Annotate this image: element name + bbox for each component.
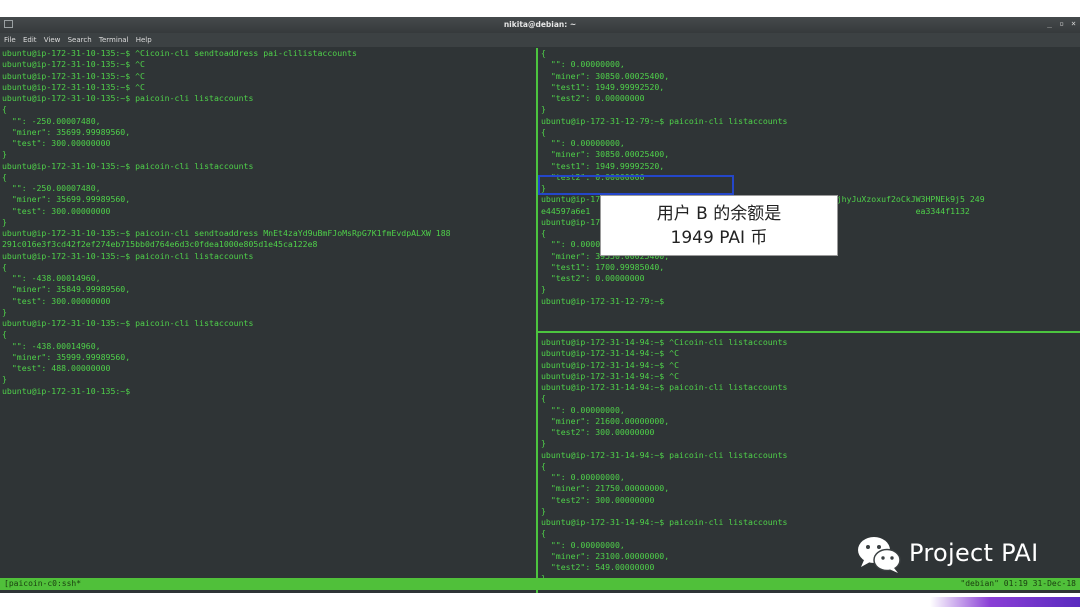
terminal-line: } xyxy=(2,216,7,227)
tmux-status-bar: [paicoin-c0:ssh* "debian" 01:19 31-Dec-1… xyxy=(0,578,1080,590)
menu-view[interactable]: View xyxy=(44,33,61,47)
terminal-line: "test": 488.00000000 xyxy=(2,363,111,373)
terminal-line: "": 0.00000000, xyxy=(541,472,625,482)
menu-edit[interactable]: Edit xyxy=(23,33,37,47)
terminal-window: nikita@debian: ~ _ ▫ × File Edit View Se… xyxy=(0,17,1080,593)
terminal-line: ubuntu@ip-172-31-14-94:~$ paicoin-cli li… xyxy=(541,449,788,460)
terminal-line: { xyxy=(541,126,546,137)
terminal-line: ubuntu@ip-172-31-10-135:~$ paicoin-cli l… xyxy=(2,250,254,261)
menu-file[interactable]: File xyxy=(4,33,16,47)
menu-help[interactable]: Help xyxy=(136,33,152,47)
project-pai-watermark: Project PAI xyxy=(855,533,1075,577)
terminal-line: "test2": 0.00000000 xyxy=(541,93,645,103)
terminal-line: { xyxy=(2,171,7,182)
terminal-line: "": 0.00000000, xyxy=(541,404,625,415)
terminal-line: { xyxy=(2,261,7,272)
terminal-line: } xyxy=(541,438,546,449)
wechat-icon xyxy=(858,537,901,573)
terminal-line: ubuntu@ip-172-31-10-135:~$ paicoin-cli s… xyxy=(2,228,451,238)
terminal-line: ubuntu@ip-172-31-10-135:~$ ^C xyxy=(2,59,145,70)
terminal-line: ubuntu@ip-172-31-10-135:~$ paicoin-cli l… xyxy=(2,318,254,328)
terminal-line: ubuntu@ip-172-31-10-135:~$ ^Cicoin-cli s… xyxy=(2,48,357,58)
callout-line-2: 1949 PAI 币 xyxy=(670,228,768,248)
terminal-line: ubuntu@ip-172-31-10-135:~$ ^C xyxy=(2,70,145,81)
maximize-button[interactable]: ▫ xyxy=(1059,19,1064,28)
menu-terminal[interactable]: Terminal xyxy=(99,33,129,47)
terminal-line: ubuntu@ip-172-31-10-135:~$ paicoin-cli l… xyxy=(2,160,254,171)
terminal-line: ubuntu@ip-172-31-14-94:~$ ^Cicoin-cli li… xyxy=(541,337,788,347)
terminal-line: "miner": 35699.99989560, xyxy=(2,126,131,137)
terminal-line: "": 0.00000000, xyxy=(541,138,625,148)
terminal-line: "miner": 35999.99989560, xyxy=(2,351,131,362)
terminal-line: "test1": 1949.99992520, xyxy=(541,160,665,171)
status-session: [paicoin-c0:ssh* xyxy=(4,579,82,588)
terminal-line: } xyxy=(2,149,7,160)
terminal-line: "test1": 1700.99985040, xyxy=(541,261,665,272)
terminal-line: 291c016e3f3cd42f2ef274eb715bb0d764e6d3c0… xyxy=(2,239,318,250)
balance-callout: 用户 B 的余额是 1949 PAI 币 xyxy=(600,195,838,256)
terminal-line: "test2": 0.00000000 xyxy=(541,273,645,283)
minimize-button[interactable]: _ xyxy=(1047,19,1052,28)
close-button[interactable]: × xyxy=(1071,19,1076,28)
terminal-line: } xyxy=(2,374,7,385)
terminal-line: ubuntu@ip-172-31-14-94:~$ paicoin-cli li… xyxy=(541,517,788,527)
menu-search[interactable]: Search xyxy=(68,33,92,47)
terminal-line: ubuntu@ip-172-31-12-79:~$ xyxy=(541,295,665,306)
callout-line-1: 用户 B 的余额是 xyxy=(656,204,782,224)
terminal-line: { xyxy=(541,393,546,404)
terminal-line: ubuntu@ip-172-31-10-135:~$ ^C xyxy=(2,81,145,92)
terminal-line: } xyxy=(2,306,7,317)
slide-accent-bar xyxy=(930,597,1080,607)
terminal-line: "miner": 21750.00000000, xyxy=(541,483,670,494)
terminal-line: "": 0.00000000, xyxy=(541,59,625,70)
terminal-line: "": -438.00014960, xyxy=(2,340,101,351)
terminal-line: { xyxy=(2,104,7,115)
terminal-line: ubuntu@ip-172-31-14-94:~$ ^C xyxy=(541,370,680,381)
terminal-line: "test2": 300.00000000 xyxy=(541,427,655,437)
terminal-line: "test1": 1949.99992520, xyxy=(541,81,665,92)
terminal-line: "miner": 30850.00025400, xyxy=(541,149,670,160)
terminal-line: } xyxy=(541,104,546,115)
terminal-line: ubuntu@ip-172-31-14-94:~$ paicoin-cli li… xyxy=(541,382,788,392)
terminal-line: { xyxy=(541,48,546,58)
terminal-line: "miner": 35699.99989560, xyxy=(2,194,131,205)
terminal-line: } xyxy=(541,284,546,295)
watermark-text: Project PAI xyxy=(909,539,1039,567)
terminal-line: } xyxy=(541,505,546,516)
title-bar: nikita@debian: ~ _ ▫ × xyxy=(0,17,1080,33)
terminal-line: ubuntu@ip-172-31-12-79:~$ paicoin-cli li… xyxy=(541,115,788,126)
status-host-time: "debian" 01:19 31-Dec-18 xyxy=(960,579,1076,588)
terminal-line: ubuntu@ip-172-31-10-135:~$ paicoin-cli l… xyxy=(2,93,254,103)
window-title: nikita@debian: ~ xyxy=(503,20,577,29)
terminal-line: "test": 300.00000000 xyxy=(2,205,111,216)
terminal-line: "miner": 35849.99989560, xyxy=(2,284,131,295)
terminal-line: ubuntu@ip-172-31-10-135:~$ xyxy=(2,385,131,396)
left-terminal-pane[interactable]: ubuntu@ip-172-31-10-135:~$ ^Cicoin-cli s… xyxy=(2,48,532,578)
terminal-line: "miner": 21600.00000000, xyxy=(541,415,670,426)
terminal-line: ubuntu@ip-172-31-14-94:~$ ^C xyxy=(541,348,680,359)
terminal-line: { xyxy=(541,460,546,471)
terminal-line: ubuntu@ip-172-31-14-94:~$ ^C xyxy=(541,359,680,370)
menu-bar: File Edit View Search Terminal Help xyxy=(0,33,1080,47)
pane-divider-horizontal[interactable] xyxy=(538,331,1080,333)
terminal-line: "": -438.00014960, xyxy=(2,273,101,283)
terminal-line: { xyxy=(2,329,7,340)
pane-divider-vertical[interactable] xyxy=(536,48,538,593)
terminal-line: "": -250.00007480, xyxy=(2,115,101,126)
terminal-line: "test": 300.00000000 xyxy=(2,138,111,148)
terminal-line: "test": 300.00000000 xyxy=(2,295,111,306)
terminal-line: "": -250.00007480, xyxy=(2,183,101,193)
test1-balance-highlight xyxy=(538,175,734,195)
terminal-line: "miner": 30850.00025400, xyxy=(541,70,670,81)
terminal-line: "test2": 300.00000000 xyxy=(541,494,655,505)
